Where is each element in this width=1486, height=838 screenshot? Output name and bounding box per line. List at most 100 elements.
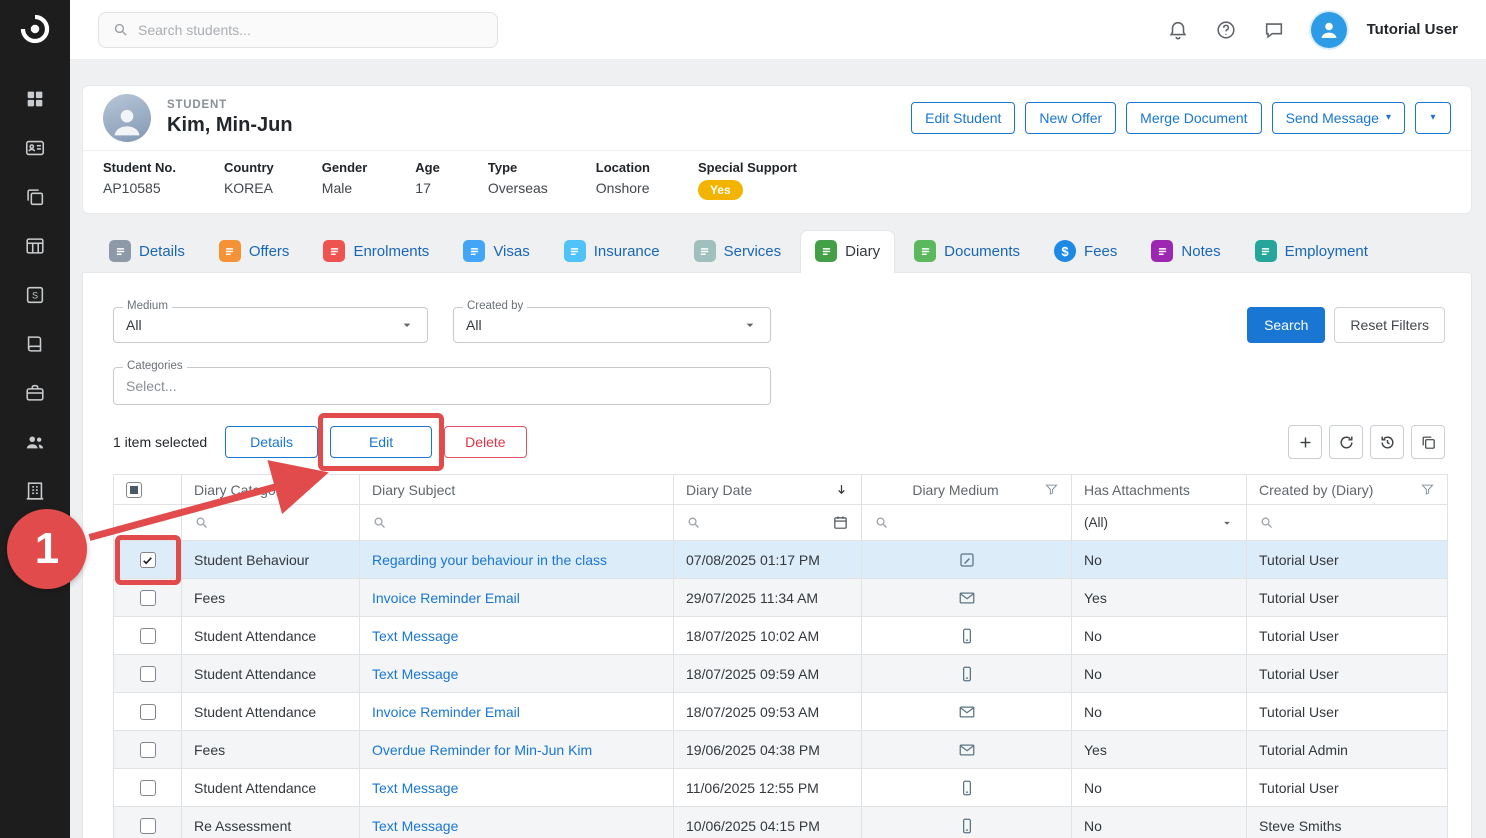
diary-row-1[interactable]: Student BehaviourRegarding your behaviou… — [114, 541, 1448, 579]
column-header-created-by[interactable]: Created by (Diary) — [1247, 475, 1448, 505]
export-button[interactable] — [1411, 425, 1445, 459]
diary-subject-link[interactable]: Regarding your behaviour in the class — [372, 552, 607, 568]
medium-select[interactable]: Medium All — [113, 307, 428, 343]
medium-filter-cell[interactable] — [862, 505, 1072, 541]
date-filter-cell[interactable] — [674, 505, 862, 541]
add-button[interactable] — [1288, 425, 1322, 459]
column-header-attachments[interactable]: Has Attachments — [1072, 475, 1247, 505]
reset-filters-button[interactable]: Reset Filters — [1334, 307, 1445, 343]
diary-row-5[interactable]: Student AttendanceInvoice Reminder Email… — [114, 693, 1448, 731]
row-checkbox[interactable] — [140, 780, 156, 796]
created-by-select[interactable]: Created by All — [453, 307, 771, 343]
building-icon[interactable] — [24, 480, 46, 502]
tab-documents[interactable]: Documents — [899, 230, 1035, 272]
has-attachments-cell: Yes — [1072, 579, 1247, 617]
tab-fees[interactable]: $Fees — [1039, 230, 1132, 272]
row-checkbox[interactable] — [140, 742, 156, 758]
diary-subject-link[interactable]: Invoice Reminder Email — [372, 590, 520, 606]
tab-insurance[interactable]: Insurance — [549, 230, 675, 272]
select-all-checkbox[interactable] — [126, 482, 142, 498]
search-icon — [686, 515, 701, 530]
tab-offers[interactable]: Offers — [204, 230, 305, 272]
diary-filters: Medium All Created by All Search Reset F… — [83, 273, 1471, 343]
dashboard-icon[interactable] — [24, 88, 46, 110]
sort-descending-icon[interactable] — [834, 482, 849, 497]
details-button[interactable]: Details — [225, 426, 318, 458]
subject-filter-cell[interactable] — [360, 505, 674, 541]
search-input[interactable] — [138, 22, 484, 38]
diary-row-4[interactable]: Student AttendanceText Message18/07/2025… — [114, 655, 1448, 693]
diary-row-8[interactable]: Re AssessmentText Message10/06/2025 04:1… — [114, 807, 1448, 838]
diary-row-2[interactable]: FeesInvoice Reminder Email29/07/2025 11:… — [114, 579, 1448, 617]
attachments-filter-cell[interactable]: (All) — [1072, 505, 1247, 541]
row-checkbox[interactable] — [140, 552, 156, 568]
info-student-no-: Student No.AP10585 — [103, 160, 176, 200]
search-button[interactable]: Search — [1247, 307, 1325, 343]
tab-visas[interactable]: Visas — [448, 230, 544, 272]
diary-subject-link[interactable]: Overdue Reminder for Min-Jun Kim — [372, 742, 592, 758]
history-button[interactable] — [1370, 425, 1404, 459]
edit-button[interactable]: Edit — [330, 426, 432, 458]
notifications-icon[interactable] — [1167, 19, 1189, 41]
diary-subject-link[interactable]: Text Message — [372, 666, 458, 682]
column-header-category[interactable]: Diary Category — [182, 475, 360, 505]
user-avatar[interactable] — [1311, 12, 1347, 48]
messages-icon[interactable] — [1263, 19, 1285, 41]
created-by-filter-cell[interactable] — [1247, 505, 1448, 541]
subjects-icon[interactable]: S — [24, 284, 46, 306]
info-country: CountryKOREA — [224, 160, 274, 200]
merge-document-button[interactable]: Merge Document — [1126, 102, 1261, 134]
edit-student-button[interactable]: Edit Student — [911, 102, 1015, 134]
app-logo[interactable] — [0, 0, 70, 58]
refresh-button[interactable] — [1329, 425, 1363, 459]
created-by-cell: Steve Smiths — [1247, 807, 1448, 838]
tab-employment[interactable]: Employment — [1240, 230, 1383, 272]
briefcase-icon[interactable] — [24, 382, 46, 404]
row-checkbox[interactable] — [140, 704, 156, 720]
info-label: Gender — [322, 160, 368, 175]
categories-select[interactable]: Categories Select... — [113, 367, 771, 405]
diary-subject-link[interactable]: Text Message — [372, 818, 458, 834]
row-checkbox[interactable] — [140, 666, 156, 682]
help-icon[interactable] — [1215, 19, 1237, 41]
diary-subject-link[interactable]: Text Message — [372, 628, 458, 644]
tab-diary[interactable]: Diary — [800, 230, 895, 273]
column-header-date[interactable]: Diary Date — [674, 475, 862, 505]
people-icon[interactable] — [24, 431, 46, 453]
diary-subject-link[interactable]: Invoice Reminder Email — [372, 704, 520, 720]
filter-funnel-icon[interactable] — [1420, 482, 1435, 497]
tab-details[interactable]: Details — [94, 230, 200, 272]
more-actions-button[interactable]: ▾ — [1415, 102, 1451, 134]
documents-icon[interactable] — [24, 186, 46, 208]
diary-row-6[interactable]: FeesOverdue Reminder for Min-Jun Kim19/0… — [114, 731, 1448, 769]
tab-services[interactable]: Services — [679, 230, 797, 272]
calendar-icon[interactable] — [832, 514, 849, 531]
sidebar-nav: S — [0, 58, 70, 502]
fees-tab-icon: $ — [1054, 240, 1076, 262]
row-checkbox[interactable] — [140, 628, 156, 644]
filter-funnel-icon[interactable] — [1044, 482, 1059, 497]
contacts-icon[interactable] — [24, 137, 46, 159]
column-header-medium[interactable]: Diary Medium — [862, 475, 1072, 505]
new-offer-button[interactable]: New Offer — [1025, 102, 1116, 134]
person-icon — [1317, 18, 1341, 42]
column-header-subject[interactable]: Diary Subject — [360, 475, 674, 505]
diary-row-3[interactable]: Student AttendanceText Message18/07/2025… — [114, 617, 1448, 655]
employment-tab-icon — [1255, 240, 1277, 262]
info-location: LocationOnshore — [596, 160, 650, 200]
category-filter-cell[interactable] — [182, 505, 360, 541]
send-message-button[interactable]: Send Message▾ — [1272, 102, 1405, 134]
diary-row-7[interactable]: Student AttendanceText Message11/06/2025… — [114, 769, 1448, 807]
caret-down-icon — [742, 317, 758, 333]
diary-category-cell: Fees — [182, 731, 360, 769]
tab-notes[interactable]: Notes — [1136, 230, 1235, 272]
tab-enrolments[interactable]: Enrolments — [308, 230, 444, 272]
table-icon[interactable] — [24, 235, 46, 257]
student-search[interactable] — [98, 12, 498, 48]
delete-button[interactable]: Delete — [444, 426, 526, 458]
row-checkbox[interactable] — [140, 818, 156, 834]
row-checkbox[interactable] — [140, 590, 156, 606]
diary-subject-link[interactable]: Text Message — [372, 780, 458, 796]
info-label: Type — [488, 160, 548, 175]
book-icon[interactable] — [24, 333, 46, 355]
